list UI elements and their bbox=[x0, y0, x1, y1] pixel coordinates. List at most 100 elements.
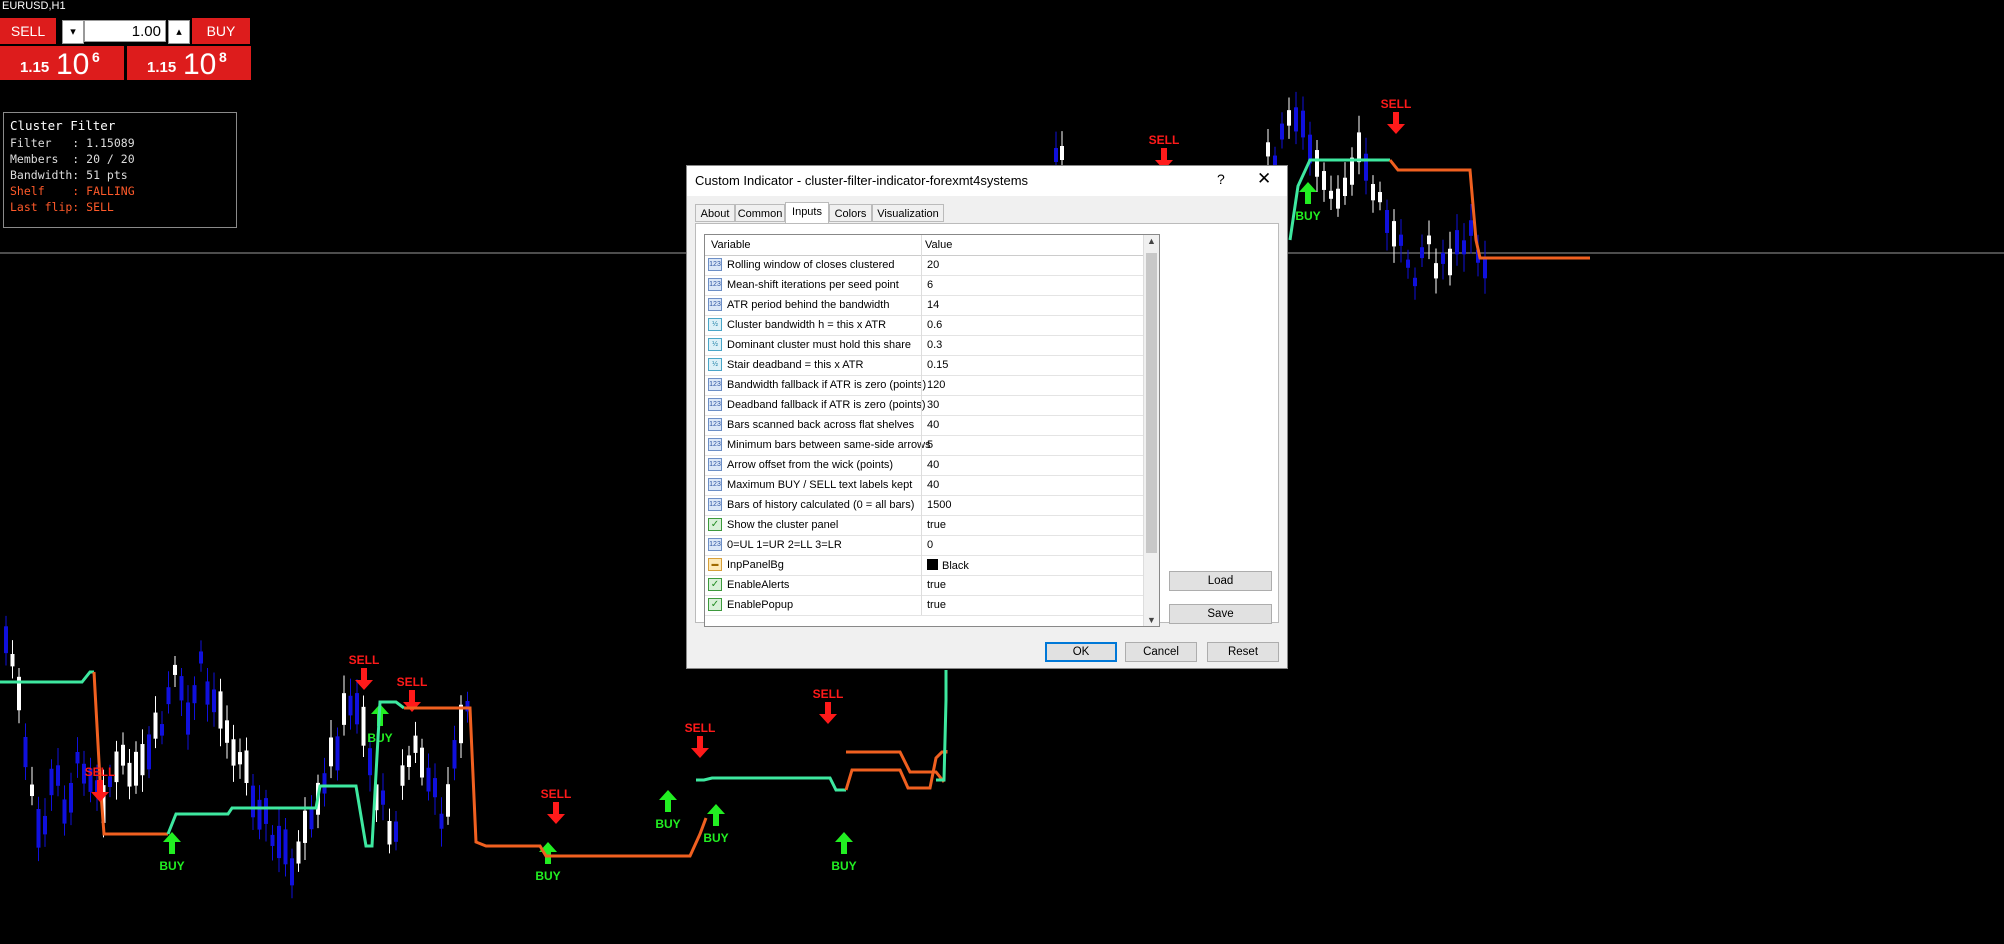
candle-body bbox=[426, 767, 431, 792]
cancel-button[interactable]: Cancel bbox=[1125, 642, 1197, 662]
parameter-name: Arrow offset from the wick (points) bbox=[727, 459, 894, 471]
buy-label: BUY bbox=[1295, 209, 1320, 223]
tab-visualization[interactable]: Visualization bbox=[872, 204, 944, 222]
candle-body bbox=[303, 810, 307, 843]
candle-body bbox=[1054, 148, 1058, 162]
candle-body bbox=[309, 807, 314, 830]
parameter-value[interactable]: true bbox=[927, 579, 946, 591]
parameter-row[interactable]: ▬ InpPanelBg Black bbox=[705, 555, 1143, 576]
tab-about[interactable]: About bbox=[695, 204, 735, 222]
save-button[interactable]: Save bbox=[1169, 604, 1272, 624]
ok-button[interactable]: OK bbox=[1045, 642, 1117, 662]
candle-body bbox=[264, 798, 268, 824]
candle-body bbox=[413, 735, 418, 753]
chart-symbol-label: EURUSD,H1 bbox=[2, 0, 66, 12]
column-separator bbox=[921, 315, 922, 335]
sell-price-button[interactable]: 1.15 10 6 bbox=[0, 46, 124, 81]
parameter-value[interactable]: 1500 bbox=[927, 499, 951, 511]
lot-increase-button[interactable]: ▴ bbox=[168, 20, 190, 44]
parameter-row[interactable]: 123 Bars of history calculated (0 = all b… bbox=[705, 495, 1143, 516]
parameter-value[interactable]: 30 bbox=[927, 399, 939, 411]
candle-body bbox=[62, 799, 67, 824]
candle-body bbox=[69, 782, 73, 813]
integer-type-icon: 123 bbox=[708, 258, 722, 271]
lot-size-input[interactable]: 1.00 bbox=[84, 20, 166, 42]
parameter-row[interactable]: 123 Deadband fallback if ATR is zero (poi… bbox=[705, 395, 1143, 416]
integer-type-icon: 123 bbox=[708, 438, 722, 451]
load-button[interactable]: Load bbox=[1169, 571, 1272, 591]
parameter-value[interactable]: Black bbox=[927, 559, 969, 572]
parameter-name: Maximum BUY / SELL text labels kept bbox=[727, 479, 913, 491]
parameter-value[interactable]: 14 bbox=[927, 299, 939, 311]
parameter-row[interactable]: ✓ EnableAlerts true bbox=[705, 575, 1143, 596]
panel-bandwidth-row: Bandwidth: 51 pts bbox=[10, 168, 128, 182]
parameter-name: Show the cluster panel bbox=[727, 519, 839, 531]
color-type-icon: ▬ bbox=[708, 558, 722, 571]
parameter-row[interactable]: ½ Dominant cluster must hold this share 0.… bbox=[705, 335, 1143, 356]
parameter-row[interactable]: 123 0=UL 1=UR 2=LL 3=LR 0 bbox=[705, 535, 1143, 556]
parameter-value[interactable]: 0.6 bbox=[927, 319, 942, 331]
parameter-name: ATR period behind the bandwidth bbox=[727, 299, 890, 311]
parameter-row[interactable]: 123 Mean-shift iterations per seed point 6 bbox=[705, 275, 1143, 296]
parameter-value[interactable]: 40 bbox=[927, 479, 939, 491]
parameter-row[interactable]: 123 Rolling window of closes clustered 20 bbox=[705, 255, 1143, 276]
parameter-row[interactable]: ½ Stair deadband = this x ATR 0.15 bbox=[705, 355, 1143, 376]
inputs-grid[interactable]: Variable Value 123 Rolling window of clos… bbox=[704, 234, 1160, 627]
integer-type-icon: 123 bbox=[708, 278, 722, 291]
scroll-up-icon[interactable]: ▲ bbox=[1147, 236, 1156, 246]
candle-body bbox=[1294, 107, 1298, 132]
parameter-row[interactable]: 123 Arrow offset from the wick (points) 40 bbox=[705, 455, 1143, 476]
parameter-value[interactable]: 0.3 bbox=[927, 339, 942, 351]
parameter-value[interactable]: 0 bbox=[927, 539, 933, 551]
candle-body bbox=[459, 704, 463, 744]
buy-arrow-icon bbox=[1299, 182, 1317, 204]
parameter-value[interactable]: 20 bbox=[927, 259, 939, 271]
parameter-row[interactable]: ✓ EnablePopup true bbox=[705, 595, 1143, 616]
lot-decrease-button[interactable]: ▾ bbox=[62, 20, 84, 44]
scroll-down-icon[interactable]: ▼ bbox=[1147, 615, 1156, 625]
parameter-value[interactable]: true bbox=[927, 599, 946, 611]
parameter-value[interactable]: 40 bbox=[927, 419, 939, 431]
sell-label: SELL bbox=[1381, 97, 1412, 111]
column-separator bbox=[921, 455, 922, 475]
column-separator bbox=[921, 575, 922, 595]
grid-scrollbar[interactable]: ▲ ▼ bbox=[1143, 235, 1159, 626]
column-variable[interactable]: Variable bbox=[711, 239, 751, 251]
candle-body bbox=[1434, 263, 1438, 279]
candle-body bbox=[140, 744, 145, 776]
scrollbar-thumb[interactable] bbox=[1146, 253, 1157, 553]
parameter-value[interactable]: 5 bbox=[927, 439, 933, 451]
column-separator bbox=[921, 295, 922, 315]
help-button[interactable]: ? bbox=[1217, 171, 1225, 187]
parameter-value[interactable]: 120 bbox=[927, 379, 945, 391]
parameter-row[interactable]: 123 ATR period behind the bandwidth 14 bbox=[705, 295, 1143, 316]
column-separator bbox=[921, 255, 922, 275]
parameter-row[interactable]: 123 Maximum BUY / SELL text labels kept 40 bbox=[705, 475, 1143, 496]
candle-body bbox=[1371, 184, 1375, 201]
parameter-value[interactable]: 0.15 bbox=[927, 359, 948, 371]
parameter-row[interactable]: 123 Bandwidth fallback if ATR is zero (po… bbox=[705, 375, 1143, 396]
buy-button[interactable]: BUY bbox=[192, 18, 250, 44]
candle-body bbox=[134, 751, 138, 786]
parameter-value[interactable]: 6 bbox=[927, 279, 933, 291]
parameter-row[interactable]: 123 Bars scanned back across flat shelves… bbox=[705, 415, 1143, 436]
parameter-value[interactable]: true bbox=[927, 519, 946, 531]
parameter-row[interactable]: ½ Cluster bandwidth h = this x ATR 0.6 bbox=[705, 315, 1143, 336]
sell-arrow-icon bbox=[547, 802, 565, 824]
close-icon[interactable]: ✕ bbox=[1257, 169, 1271, 189]
dialog-titlebar[interactable]: Custom Indicator - cluster-filter-indica… bbox=[687, 166, 1287, 196]
column-value[interactable]: Value bbox=[925, 239, 952, 251]
buy-price-button[interactable]: 1.15 10 8 bbox=[127, 46, 251, 81]
parameter-row[interactable]: 123 Minimum bars between same-side arrows… bbox=[705, 435, 1143, 456]
parameter-row[interactable]: ✓ Show the cluster panel true bbox=[705, 515, 1143, 536]
parameter-value[interactable]: 40 bbox=[927, 459, 939, 471]
color-name: Black bbox=[942, 560, 969, 572]
column-separator bbox=[921, 475, 922, 495]
tab-inputs[interactable]: Inputs bbox=[785, 202, 829, 224]
tab-common[interactable]: Common bbox=[735, 204, 785, 222]
sell-button[interactable]: SELL bbox=[0, 18, 56, 44]
buy-price-prefix: 1.15 bbox=[147, 59, 177, 76]
tab-colors[interactable]: Colors bbox=[829, 204, 872, 222]
cluster-filter-panel: Cluster Filter Filter : 1.15089 Members … bbox=[3, 112, 237, 228]
reset-button[interactable]: Reset bbox=[1207, 642, 1279, 662]
